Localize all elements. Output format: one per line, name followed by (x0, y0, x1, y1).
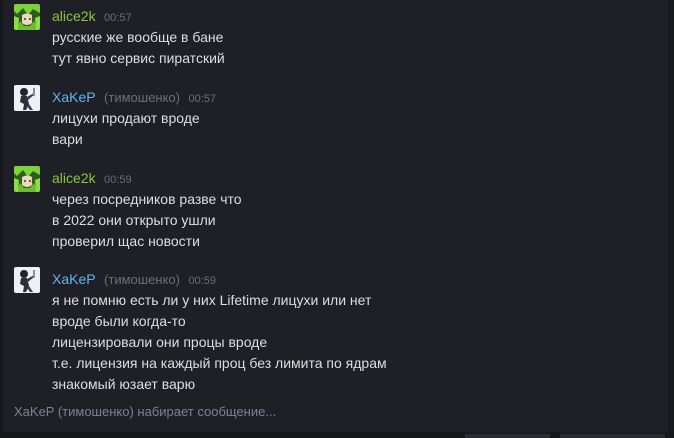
message-line: я не помню есть ли у них Lifetime лицухи… (52, 292, 372, 308)
author-nickname: (тимошенко) (104, 272, 180, 287)
message-header: XaKeP (тимошенко) 00:57 (52, 89, 216, 108)
message-line: вари (52, 131, 83, 147)
message-line: лицензировали они процы вроде (52, 334, 268, 350)
message-header: alice2k 00:57 (52, 8, 132, 27)
message-line: вроде были когда-то (52, 313, 186, 329)
message-body: через посредников разве что в 2022 они о… (52, 189, 242, 252)
white-figure-avatar-icon[interactable] (14, 267, 40, 293)
input-field-edge[interactable] (465, 434, 550, 438)
message-timestamp: 00:57 (104, 12, 132, 24)
message-body: лицухи продают вроде вари (52, 108, 200, 150)
chat-window: alice2k 00:57 русские же вообще в бане т… (0, 0, 674, 438)
author-name[interactable]: XaKeP (52, 271, 96, 287)
green-anime-avatar-icon[interactable] (14, 4, 40, 30)
message-line: лицухи продают вроде (52, 110, 200, 126)
author-name[interactable]: XaKeP (52, 89, 96, 105)
message-body: русские же вообще в бане тут явно сервис… (52, 27, 225, 69)
message-header: XaKeP (тимошенко) 00:59 (52, 271, 216, 290)
author-name[interactable]: alice2k (52, 170, 96, 186)
message-line: в 2022 они открыто ушли (52, 212, 216, 228)
scrollbar-track[interactable] (668, 0, 674, 438)
typing-indicator: XaKeP (тимошенко) набирает сообщение... (14, 404, 277, 419)
message-header: alice2k 00:59 (52, 170, 132, 189)
message-timestamp: 00:57 (188, 93, 216, 105)
left-border (0, 0, 3, 438)
message-timestamp: 00:59 (188, 275, 216, 287)
message-line: знакомый юзает варю (52, 376, 196, 392)
message-timestamp: 00:59 (104, 174, 132, 186)
message-line: русские же вообще в бане (52, 29, 224, 45)
message-line: т.е. лицензия на каждый проц без лимита … (52, 355, 387, 371)
author-name[interactable]: alice2k (52, 8, 96, 24)
message-line: тут явно сервис пиратский (52, 50, 225, 66)
message-line: через посредников разве что (52, 191, 242, 207)
send-button-edge[interactable] (560, 434, 665, 438)
author-nickname: (тимошенко) (104, 90, 180, 105)
message-line: проверил щас новости (52, 233, 200, 249)
input-area-edge (0, 432, 674, 438)
message-body: я не помню есть ли у них Lifetime лицухи… (52, 290, 387, 395)
green-anime-avatar-icon[interactable] (14, 166, 40, 192)
white-figure-avatar-icon[interactable] (14, 85, 40, 111)
